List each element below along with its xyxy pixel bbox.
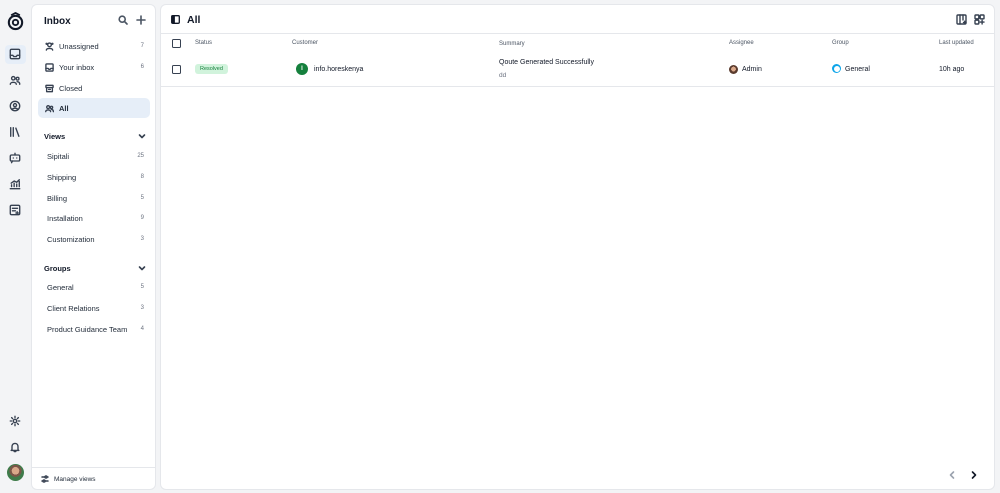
group-item-general[interactable]: General 5 [38,279,150,295]
table-header: Status Customer Summary Assignee Group L… [161,34,994,53]
section-label: Views [44,131,66,141]
sidebar-item-all[interactable]: All [38,98,150,118]
group-count: 4 [140,326,144,332]
bell-icon[interactable] [8,440,22,454]
user-avatar[interactable] [7,464,24,481]
notes-icon[interactable] [8,203,22,217]
view-item-billing[interactable]: Billing 5 [38,190,150,206]
main-panel: All Status Customer Summary Assignee Gro… [160,4,995,490]
view-label: Shipping [47,172,77,182]
inbox-icon[interactable] [8,47,22,61]
customer-name: info.horeskenya [314,66,364,73]
group-label: General [47,282,74,292]
view-label: Sipitali [47,151,70,161]
view-count: 8 [140,174,144,180]
page-title: All [187,14,201,26]
last-updated: 10h ago [939,66,965,73]
settings-icon[interactable] [8,414,22,428]
assignee-name: Admin [742,66,762,73]
summary-subtitle: dd [499,72,507,79]
group-count: 3 [140,305,144,311]
manage-views-label: Manage views [54,475,96,483]
view-count: 25 [137,153,144,159]
profile-icon[interactable] [8,99,22,113]
group-count: 5 [140,284,144,290]
column-status[interactable]: Status [195,40,212,46]
library-icon[interactable] [8,125,22,139]
add-icon[interactable] [136,15,146,25]
next-page-icon[interactable] [969,470,979,480]
sidebar-toggle-icon[interactable] [171,15,180,24]
view-label: Billing [47,193,68,203]
sidebar-item-label: Unassigned [59,41,99,51]
logo-icon[interactable] [6,12,25,31]
sidebar-item-your-inbox[interactable]: Your inbox 6 [38,57,150,77]
prev-page-icon[interactable] [947,470,957,480]
column-group[interactable]: Group [832,40,849,46]
sidebar-item-count: 6 [140,64,144,70]
sidebar-item-unassigned[interactable]: Unassigned 7 [38,36,150,56]
customer-avatar: I [296,63,308,75]
view-label: Customization [47,234,95,244]
group-item-client-relations[interactable]: Client Relations 3 [38,300,150,316]
chevron-down-icon[interactable] [138,264,146,272]
columns-icon[interactable] [956,14,967,25]
main-header: All [161,5,994,34]
sidebar-item-count: 7 [140,43,144,49]
view-count: 3 [140,236,144,242]
view-item-installation[interactable]: Installation 9 [38,210,150,226]
view-count: 9 [140,215,144,221]
search-icon[interactable] [118,15,128,25]
select-all-checkbox[interactable] [172,39,181,48]
sliders-icon [41,475,49,483]
groups-section-header[interactable]: Groups [44,262,146,274]
summary-title: Qoute Generated Successfully [499,59,594,66]
analytics-icon[interactable] [8,177,22,191]
sidebar-item-label: All [59,103,69,113]
view-item-sipitali[interactable]: Sipitali 25 [38,148,150,164]
column-assignee[interactable]: Assignee [729,40,754,46]
inbox-icon [45,62,54,72]
view-item-customization[interactable]: Customization 3 [38,231,150,247]
contacts-icon[interactable] [8,73,22,87]
manage-views-button[interactable]: Manage views [32,467,155,490]
group-name: General [845,66,870,73]
sidebar-item-closed[interactable]: Closed [38,78,150,98]
view-count: 5 [140,195,144,201]
layout-icon[interactable] [974,14,985,25]
sidebar-title: Inbox [44,16,71,27]
view-item-shipping[interactable]: Shipping 8 [38,169,150,185]
chatbot-icon[interactable] [8,151,22,165]
view-label: Installation [47,213,83,223]
unassigned-icon [45,41,54,51]
sidebar-item-label: Closed [59,83,83,93]
views-section-header[interactable]: Views [44,130,146,142]
group-item-product-guidance-team[interactable]: Product Guidance Team 4 [38,321,150,337]
column-summary[interactable]: Summary [499,41,525,47]
icon-rail [0,0,31,493]
users-icon [45,104,54,113]
sidebar-item-label: Your inbox [59,62,95,72]
globe-icon [832,64,841,73]
assignee-avatar [729,65,738,74]
column-last-updated[interactable]: Last updated [939,40,974,46]
status-badge: Resolved [195,64,228,74]
archive-icon [45,84,54,93]
column-customer[interactable]: Customer [292,40,318,46]
table-row[interactable]: Resolved I info.horeskenya Qoute Generat… [161,53,994,87]
row-checkbox[interactable] [172,65,181,74]
section-label: Groups [44,263,71,273]
inbox-sidebar: Inbox Unassigned 7 Your inbox 6 Closed A… [31,4,156,490]
group-label: Product Guidance Team [47,324,128,334]
group-label: Client Relations [47,303,100,313]
chevron-down-icon[interactable] [138,132,146,140]
